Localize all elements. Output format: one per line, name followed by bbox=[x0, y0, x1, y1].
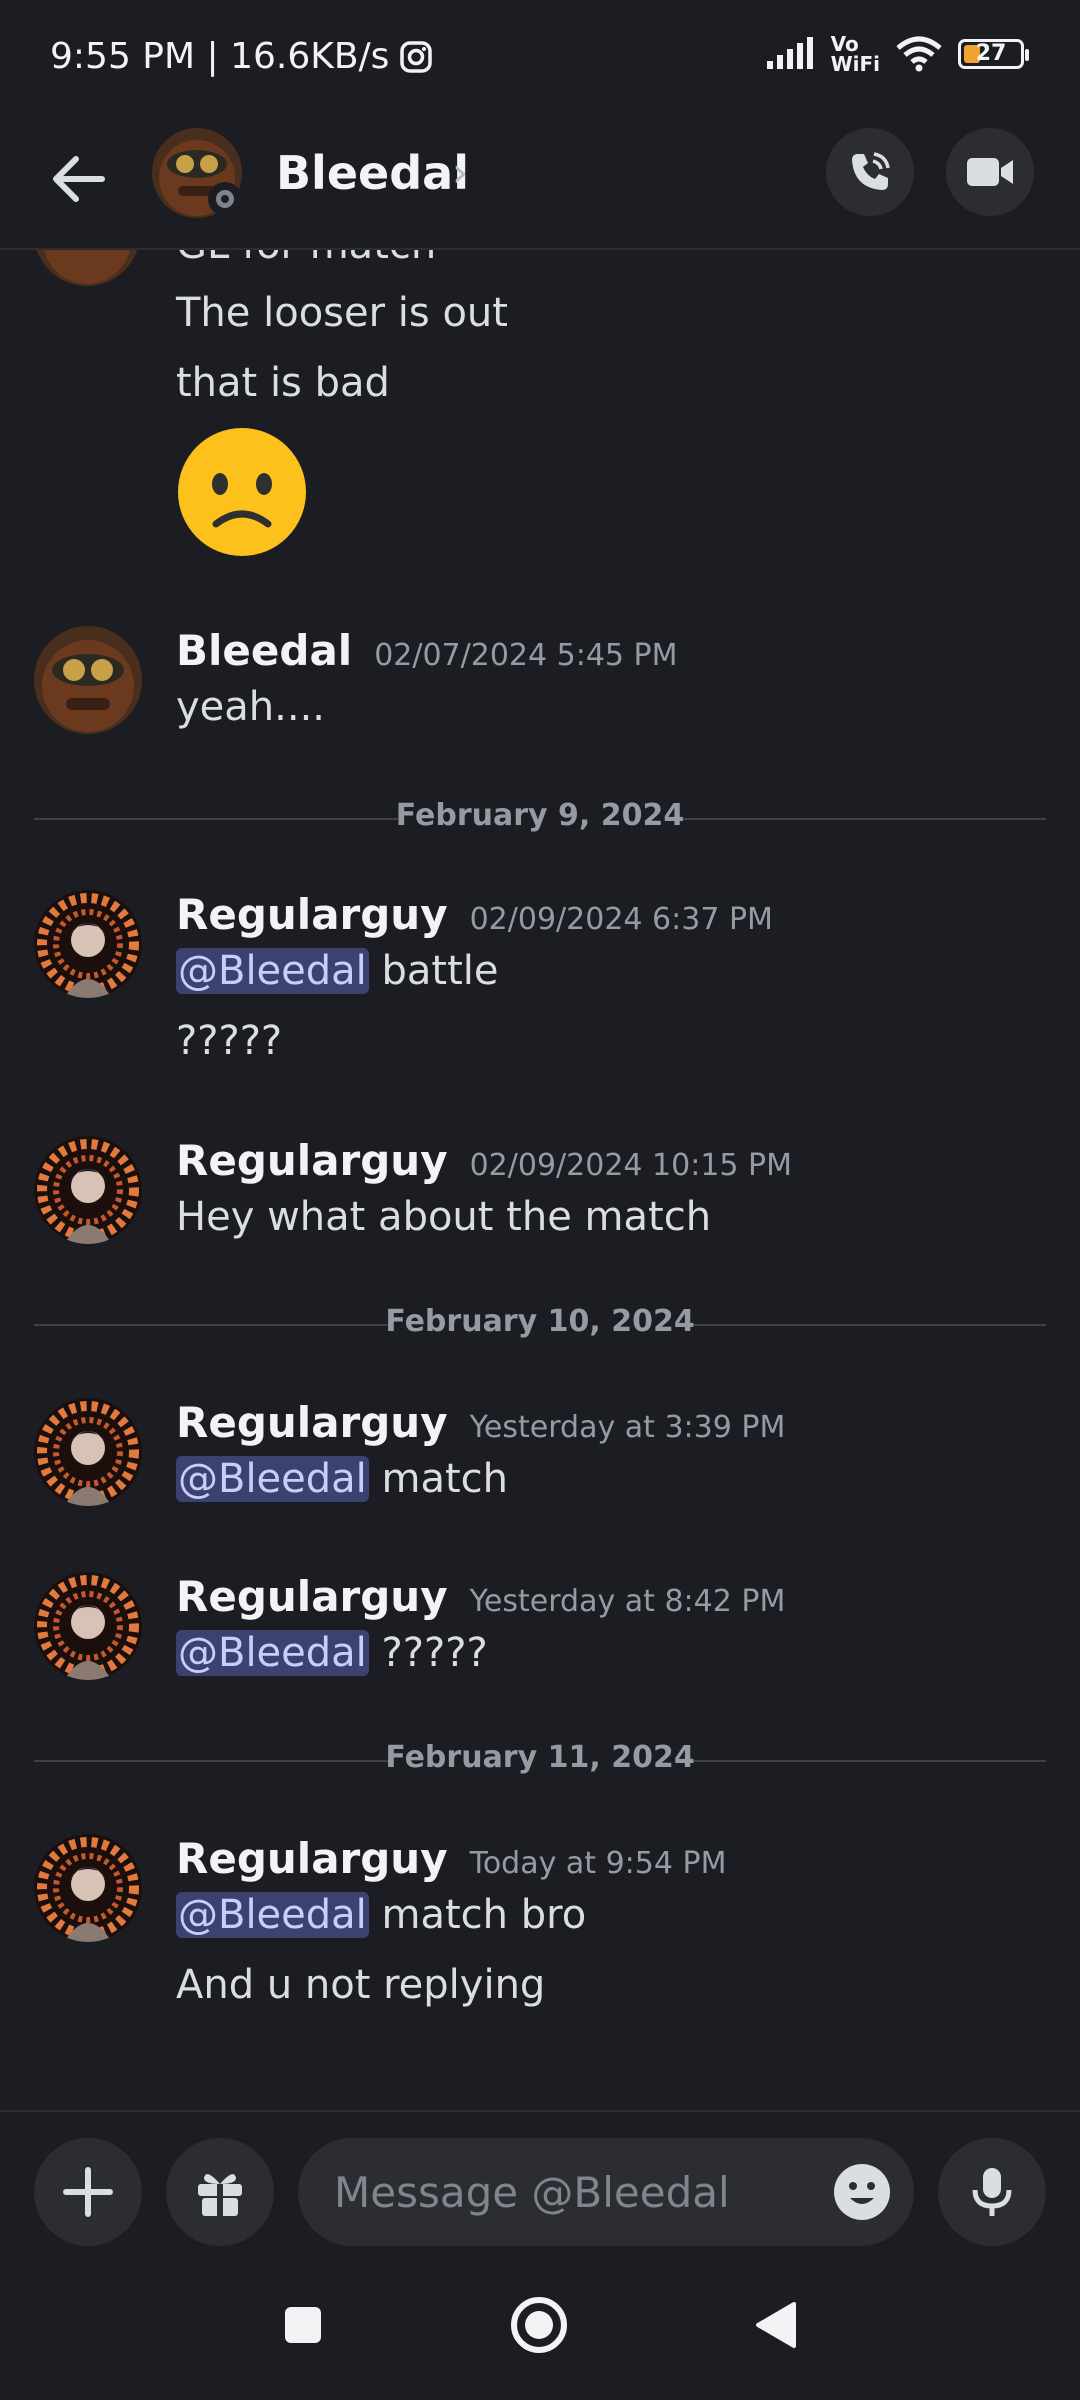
battery-level: 27 bbox=[975, 41, 1007, 66]
user-mention[interactable]: @Bleedal bbox=[176, 1892, 369, 1938]
add-attachment-button[interactable] bbox=[34, 2138, 142, 2246]
status-right: Vo WiFi 27 bbox=[765, 32, 1029, 76]
back-button[interactable] bbox=[44, 144, 114, 214]
message-timestamp: 02/07/2024 5:45 PM bbox=[374, 638, 678, 673]
gift-icon bbox=[198, 2174, 242, 2216]
home-button[interactable] bbox=[504, 2290, 574, 2360]
message-timestamp: 02/09/2024 6:37 PM bbox=[469, 902, 773, 937]
home-icon bbox=[511, 2297, 567, 2353]
message-line: And u not replying bbox=[176, 1962, 546, 2008]
gift-button[interactable] bbox=[166, 2138, 274, 2246]
phone-call-icon bbox=[852, 152, 890, 190]
chevron-right-icon[interactable]: › bbox=[452, 150, 468, 196]
video-camera-icon bbox=[967, 158, 1013, 186]
message-timestamp: 02/09/2024 10:15 PM bbox=[469, 1148, 793, 1183]
avatar[interactable] bbox=[34, 1834, 142, 1942]
date-divider: February 9, 2024 bbox=[34, 798, 1046, 838]
sad-face-emoji bbox=[178, 428, 306, 556]
signal-icon bbox=[766, 37, 813, 69]
wifi-icon bbox=[896, 36, 942, 72]
back-triangle-icon bbox=[756, 2302, 796, 2348]
recent-apps-icon bbox=[285, 2307, 321, 2343]
header-title[interactable]: Bleedal bbox=[276, 146, 469, 200]
date-divider: February 10, 2024 bbox=[34, 1304, 1046, 1344]
message-timestamp: Today at 9:54 PM bbox=[469, 1846, 727, 1881]
status-left: 9:55 PM | 16.6KB/s bbox=[50, 36, 433, 77]
user-mention[interactable]: @Bleedal bbox=[176, 1456, 369, 1502]
instagram-icon bbox=[400, 40, 433, 73]
message-line: Hey what about the match bbox=[176, 1194, 712, 1240]
back-nav-button[interactable] bbox=[740, 2290, 810, 2360]
message-author[interactable]: Regularguy 02/09/2024 6:37 PM bbox=[176, 890, 773, 939]
message-line: GL for match bbox=[176, 250, 436, 268]
message-line: The looser is out bbox=[176, 290, 508, 336]
system-navigation-bar bbox=[0, 2250, 1080, 2400]
message-author[interactable]: Bleedal 02/07/2024 5:45 PM bbox=[176, 626, 678, 675]
voice-call-button[interactable] bbox=[826, 128, 914, 216]
plus-icon bbox=[63, 2167, 113, 2217]
status-bar: 9:55 PM | 16.6KB/s Vo WiFi 27 bbox=[0, 0, 1080, 120]
video-call-button[interactable] bbox=[946, 128, 1034, 216]
message-line: ????? bbox=[176, 1018, 283, 1064]
message-composer: Message @Bleedal bbox=[0, 2110, 1080, 2252]
chat-header: Bleedal › bbox=[0, 120, 1080, 250]
avatar[interactable] bbox=[34, 1136, 142, 1244]
vowifi-label: Vo WiFi bbox=[830, 32, 880, 76]
avatar[interactable] bbox=[34, 626, 142, 734]
avatar[interactable] bbox=[34, 1572, 142, 1680]
date-divider: February 11, 2024 bbox=[34, 1740, 1046, 1780]
user-mention[interactable]: @Bleedal bbox=[176, 948, 369, 994]
message-timestamp: Yesterday at 8:42 PM bbox=[469, 1584, 786, 1619]
message-line: yeah.... bbox=[176, 684, 326, 730]
message-list[interactable]: GL for match The looser is out that is b… bbox=[0, 250, 1080, 2110]
message-author[interactable]: Regularguy 02/09/2024 10:15 PM bbox=[176, 1136, 792, 1185]
message-line: that is bad bbox=[176, 360, 390, 406]
message-line: @Bleedal battle bbox=[176, 948, 499, 994]
voice-message-button[interactable] bbox=[938, 2138, 1046, 2246]
avatar[interactable] bbox=[34, 1398, 142, 1506]
back-arrow-icon bbox=[53, 156, 105, 202]
message-author[interactable]: Regularguy Today at 9:54 PM bbox=[176, 1834, 726, 1883]
offline-status-indicator bbox=[208, 182, 242, 216]
message-author[interactable]: Regularguy Yesterday at 3:39 PM bbox=[176, 1398, 785, 1447]
message-author[interactable]: Regularguy Yesterday at 8:42 PM bbox=[176, 1572, 785, 1621]
avatar[interactable] bbox=[34, 250, 140, 286]
emoji-icon[interactable] bbox=[832, 2162, 892, 2222]
message-input-placeholder: Message @Bleedal bbox=[334, 2168, 730, 2217]
recent-apps-button[interactable] bbox=[268, 2290, 338, 2360]
microphone-icon bbox=[972, 2168, 1012, 2216]
status-time-speed: 9:55 PM | 16.6KB/s bbox=[50, 36, 390, 77]
message-line: @Bleedal ????? bbox=[176, 1630, 488, 1676]
avatar[interactable] bbox=[34, 890, 142, 998]
message-line: @Bleedal match bro bbox=[176, 1892, 587, 1938]
message-timestamp: Yesterday at 3:39 PM bbox=[469, 1410, 786, 1445]
message-input[interactable]: Message @Bleedal bbox=[298, 2138, 914, 2246]
battery-icon: 27 bbox=[958, 39, 1029, 69]
user-mention[interactable]: @Bleedal bbox=[176, 1630, 369, 1676]
message-line: @Bleedal match bbox=[176, 1456, 509, 1502]
